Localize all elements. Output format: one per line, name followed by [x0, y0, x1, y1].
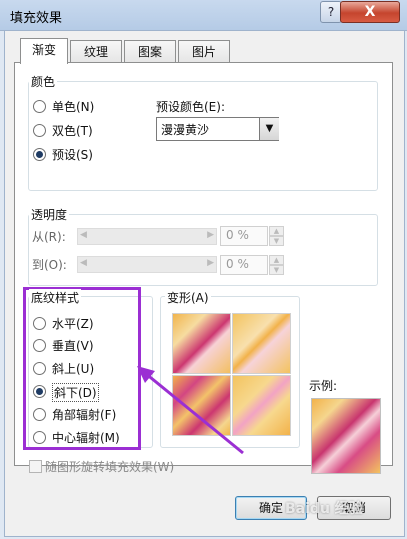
- slider-left-arrow-icon: ◀: [80, 258, 87, 268]
- radio-shading-from-center-label: 中心辐射(M): [52, 431, 120, 445]
- sample-preview: [311, 398, 381, 474]
- watermark: Baidu 经验: [285, 501, 363, 517]
- radio-shading-diagonal-up[interactable]: [33, 362, 46, 375]
- preset-colors-value: 漫漫黄沙: [161, 123, 210, 137]
- transparency-from-value: 0 %: [226, 228, 249, 242]
- rotate-with-shape-label: 随图形旋转填充效果(W): [45, 460, 175, 474]
- close-button[interactable]: X: [340, 1, 400, 23]
- radio-two-colors[interactable]: [33, 124, 46, 137]
- radio-shading-vertical[interactable]: [33, 339, 46, 352]
- sample-label: 示例:: [309, 379, 338, 393]
- annotation-arrow: [137, 366, 244, 455]
- radio-shading-vertical-label: 垂直(V): [52, 339, 94, 353]
- tab-picture[interactable]: 图片: [178, 40, 230, 63]
- slider-right-arrow-icon: ▶: [207, 258, 214, 268]
- variants-group-title: 变形(A): [165, 289, 211, 306]
- radio-shading-diagonal-down-label: 斜下(D): [52, 383, 99, 402]
- radio-preset-label: 预设(S): [52, 148, 93, 162]
- transparency-group-title: 透明度: [29, 206, 70, 223]
- transparency-to-slider[interactable]: ◀ ▶: [77, 256, 217, 273]
- tab-panel: 颜色 单色(N) 双色(T) 预设(S) 预设颜色(E): 漫漫黄沙 ▼ 透明度…: [14, 62, 393, 474]
- spin-down-icon[interactable]: ▼: [269, 236, 284, 246]
- transparency-group: [28, 214, 378, 286]
- transparency-to-label: 到(O):: [32, 258, 67, 272]
- radio-preset[interactable]: [33, 148, 46, 161]
- rotate-with-shape-checkbox[interactable]: [29, 460, 42, 473]
- radio-shading-horizontal-label: 水平(Z): [52, 317, 94, 331]
- help-button[interactable]: ?: [320, 1, 342, 23]
- window-title: 填充效果: [10, 11, 63, 26]
- radio-shading-from-corner[interactable]: [33, 408, 46, 421]
- chevron-down-icon[interactable]: ▼: [259, 118, 279, 140]
- radio-shading-from-center[interactable]: [33, 431, 46, 444]
- transparency-to-value: 0 %: [226, 257, 249, 271]
- transparency-from-input[interactable]: 0 %: [220, 226, 268, 246]
- transparency-from-label: 从(R):: [32, 230, 66, 244]
- tab-pattern[interactable]: 图案: [124, 40, 176, 63]
- radio-shading-from-corner-label: 角部辐射(F): [52, 408, 117, 422]
- slider-left-arrow-icon: ◀: [80, 230, 87, 240]
- slider-right-arrow-icon: ▶: [207, 230, 214, 240]
- transparency-from-slider[interactable]: ◀ ▶: [77, 228, 217, 245]
- tab-texture[interactable]: 纹理: [70, 40, 122, 63]
- transparency-to-input[interactable]: 0 %: [220, 255, 268, 275]
- radio-shading-horizontal[interactable]: [33, 317, 46, 330]
- radio-single-color[interactable]: [33, 100, 46, 113]
- radio-shading-diagonal-down[interactable]: [33, 385, 46, 398]
- preset-colors-select[interactable]: 漫漫黄沙 ▼: [156, 117, 279, 141]
- spin-down-icon[interactable]: ▼: [269, 265, 284, 275]
- tab-gradient[interactable]: 渐变: [20, 38, 68, 64]
- colors-group-title: 颜色: [29, 73, 58, 90]
- shading-group-title: 底纹样式: [29, 289, 82, 306]
- preset-colors-label: 预设颜色(E):: [156, 100, 225, 114]
- radio-single-color-label: 单色(N): [52, 100, 95, 114]
- spin-up-icon[interactable]: ▲: [269, 255, 284, 265]
- spin-up-icon[interactable]: ▲: [269, 226, 284, 236]
- radio-shading-diagonal-up-label: 斜上(U): [52, 362, 95, 376]
- radio-two-colors-label: 双色(T): [52, 124, 93, 138]
